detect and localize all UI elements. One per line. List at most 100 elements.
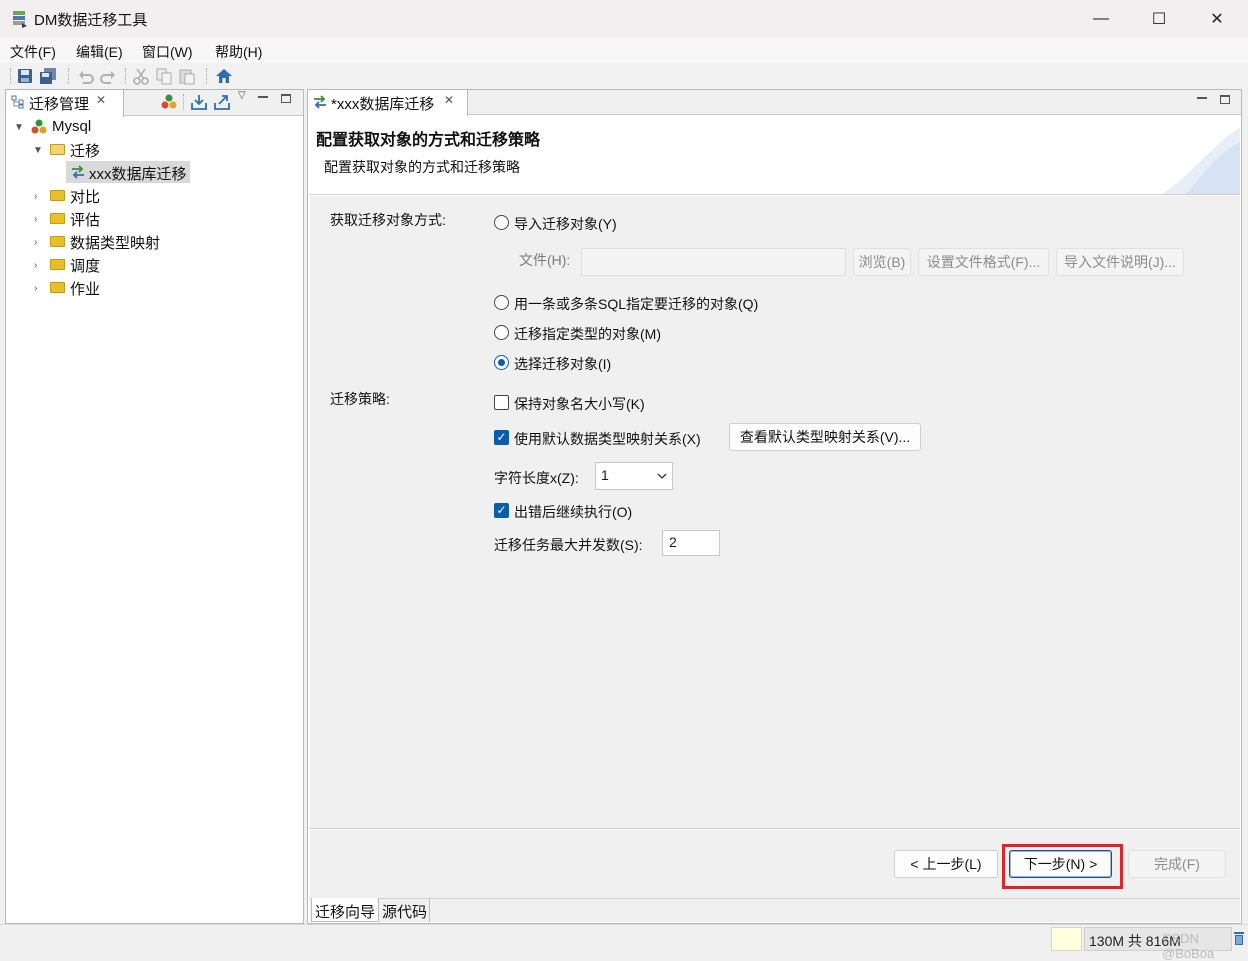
minimize-view-icon[interactable] bbox=[1197, 97, 1207, 99]
chevron-down-icon[interactable]: ▼ bbox=[14, 122, 24, 133]
tree-item-mysql[interactable]: Mysql bbox=[52, 118, 91, 135]
home-icon[interactable] bbox=[215, 67, 233, 85]
maximize-view-icon[interactable] bbox=[281, 94, 291, 103]
left-tab-label: 迁移管理 bbox=[29, 96, 90, 113]
tree-item-job[interactable]: 作业 bbox=[70, 278, 100, 299]
tree-item-migration[interactable]: 迁移 bbox=[70, 140, 100, 161]
wizard-subtitle: 配置获取对象的方式和迁移策略 bbox=[324, 159, 520, 175]
status-indicator bbox=[1051, 927, 1082, 951]
chevron-right-icon[interactable]: › bbox=[34, 283, 37, 294]
trash-icon[interactable] bbox=[1233, 930, 1245, 946]
file-label: 文件(H): bbox=[519, 252, 571, 268]
close-tab-icon[interactable]: ✕ bbox=[444, 93, 454, 107]
chevron-right-icon[interactable]: › bbox=[34, 260, 37, 271]
save-icon[interactable] bbox=[16, 67, 34, 85]
toolbar-separator bbox=[125, 68, 126, 84]
chevron-down-icon[interactable]: ▼ bbox=[33, 145, 43, 156]
max-concurrency-label: 迁移任务最大并发数(S): bbox=[494, 537, 643, 553]
radio-import-objects[interactable] bbox=[494, 215, 509, 230]
navigator-icon bbox=[11, 95, 24, 109]
paste-icon[interactable] bbox=[178, 67, 196, 85]
migration-icon bbox=[314, 95, 326, 109]
prev-button[interactable]: < 上一步(L) bbox=[894, 850, 998, 878]
tree-item-type-mapping[interactable]: 数据类型映射 bbox=[70, 232, 160, 253]
redo-icon[interactable] bbox=[99, 67, 117, 85]
import-icon[interactable] bbox=[190, 93, 208, 111]
menu-file[interactable]: 文件(F) bbox=[10, 42, 56, 62]
char-length-select[interactable]: 1 bbox=[595, 462, 673, 490]
maximize-button[interactable]: ☐ bbox=[1130, 0, 1188, 37]
char-length-label: 字符长度x(Z): bbox=[494, 470, 579, 486]
folder-icon bbox=[50, 190, 65, 201]
minimize-view-icon[interactable] bbox=[258, 96, 268, 98]
toolbar-separator bbox=[10, 68, 11, 84]
select-objects-label: 选择迁移对象(I) bbox=[514, 356, 612, 372]
checkbox-default-type-map[interactable]: ✓ bbox=[494, 430, 509, 445]
save-all-icon[interactable] bbox=[39, 67, 57, 85]
continue-on-error-label: 出错后继续执行(O) bbox=[514, 504, 633, 520]
wizard-body bbox=[310, 196, 1240, 829]
radio-type-objects[interactable] bbox=[494, 325, 509, 340]
tab-source-code[interactable]: 源代码 bbox=[380, 898, 430, 922]
wizard-header: 配置获取对象的方式和迁移策略 配置获取对象的方式和迁移策略 bbox=[310, 117, 1240, 195]
view-menu-icon[interactable]: ▽ bbox=[238, 90, 246, 101]
browse-button[interactable]: 浏览(B) bbox=[853, 248, 911, 276]
open-folder-icon bbox=[50, 144, 65, 155]
cut-icon[interactable] bbox=[132, 67, 150, 85]
file-path-input[interactable] bbox=[581, 248, 846, 276]
next-button[interactable]: 下一步(N) > bbox=[1009, 850, 1112, 878]
title-bar: DM数据迁移工具 bbox=[0, 0, 1248, 37]
database-icon bbox=[31, 119, 47, 134]
checkbox-keep-case[interactable] bbox=[494, 395, 509, 410]
import-file-help-button[interactable]: 导入文件说明(J)... bbox=[1056, 248, 1184, 276]
connect-icon[interactable] bbox=[161, 94, 177, 110]
tree-item-evaluate[interactable]: 评估 bbox=[70, 209, 100, 230]
editor-tab-label: *xxx数据库迁移 bbox=[331, 96, 435, 113]
menu-window[interactable]: 窗口(W) bbox=[142, 42, 193, 62]
strategy-label: 迁移策略: bbox=[330, 391, 390, 407]
folder-icon bbox=[50, 282, 65, 293]
minimize-button[interactable]: — bbox=[1072, 0, 1130, 37]
chevron-right-icon[interactable]: › bbox=[34, 191, 37, 202]
chevron-right-icon[interactable]: › bbox=[34, 237, 37, 248]
toolbar-separator bbox=[206, 68, 207, 84]
view-type-map-button[interactable]: 查看默认类型映射关系(V)... bbox=[729, 423, 921, 451]
tree-item-schedule[interactable]: 调度 bbox=[70, 255, 100, 276]
acquire-method-label: 获取迁移对象方式: bbox=[330, 212, 446, 228]
migration-icon bbox=[72, 165, 84, 179]
type-objects-label: 迁移指定类型的对象(M) bbox=[514, 326, 661, 342]
close-tab-icon[interactable]: ✕ bbox=[96, 93, 106, 107]
checkbox-continue-on-error[interactable]: ✓ bbox=[494, 503, 509, 518]
menu-edit[interactable]: 编辑(E) bbox=[76, 42, 123, 62]
toolbar-separator bbox=[183, 94, 184, 110]
sql-objects-label: 用一条或多条SQL指定要迁移的对象(Q) bbox=[514, 296, 759, 312]
char-length-value: 1 bbox=[601, 467, 609, 483]
undo-icon[interactable] bbox=[77, 67, 95, 85]
app-logo-icon bbox=[13, 11, 27, 28]
wizard-title: 配置获取对象的方式和迁移策略 bbox=[316, 132, 541, 149]
chevron-down-icon bbox=[657, 473, 667, 479]
folder-icon bbox=[50, 259, 65, 270]
max-concurrency-input[interactable]: 2 bbox=[662, 530, 720, 556]
toolbar-separator bbox=[68, 68, 69, 84]
maximize-view-icon[interactable] bbox=[1220, 95, 1230, 104]
editor-bottom-tabs bbox=[310, 898, 1240, 922]
chevron-right-icon[interactable]: › bbox=[34, 214, 37, 225]
set-file-format-button[interactable]: 设置文件格式(F)... bbox=[918, 248, 1049, 276]
tree-item-xxx-migration[interactable]: xxx数据库迁移 bbox=[89, 163, 187, 184]
menu-help[interactable]: 帮助(H) bbox=[215, 42, 262, 62]
folder-icon bbox=[50, 213, 65, 224]
close-button[interactable]: ✕ bbox=[1188, 0, 1246, 37]
import-objects-label: 导入迁移对象(Y) bbox=[514, 216, 617, 232]
window-title: DM数据迁移工具 bbox=[34, 12, 148, 29]
keep-case-label: 保持对象名大小写(K) bbox=[514, 396, 645, 412]
finish-button[interactable]: 完成(F) bbox=[1128, 850, 1226, 878]
tree-item-compare[interactable]: 对比 bbox=[70, 186, 100, 207]
header-banner-decoration bbox=[1161, 127, 1240, 194]
tab-migration-wizard[interactable]: 迁移向导 bbox=[311, 898, 379, 922]
copy-icon[interactable] bbox=[155, 67, 173, 85]
radio-sql-objects[interactable] bbox=[494, 295, 509, 310]
folder-icon bbox=[50, 236, 65, 247]
export-icon[interactable] bbox=[213, 93, 231, 111]
radio-select-objects[interactable] bbox=[494, 355, 509, 370]
